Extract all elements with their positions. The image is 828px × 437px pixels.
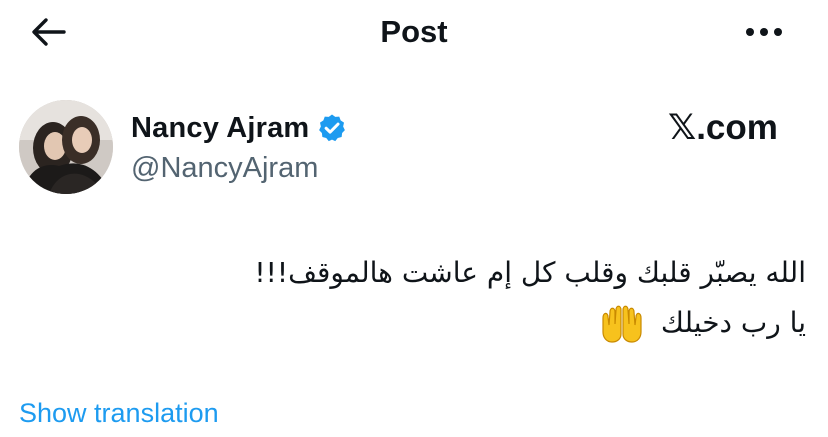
x-watermark: 𝕏.com: [668, 108, 778, 147]
show-translation-link[interactable]: Show translation: [19, 396, 219, 430]
profile-photo: [19, 100, 113, 194]
author-name-row[interactable]: Nancy Ajram: [131, 108, 347, 148]
verified-badge-icon: [319, 114, 346, 142]
tweet-line-2-text: يا رب دخيلك: [660, 306, 806, 339]
author-handle[interactable]: @NancyAjram: [131, 150, 318, 186]
author-name: Nancy Ajram: [131, 112, 310, 144]
more-horizontal-icon: [746, 28, 782, 36]
avatar[interactable]: [19, 100, 113, 194]
raised-hands-emoji-icon: [602, 305, 642, 343]
more-options-button[interactable]: [742, 18, 786, 46]
tweet-line-1: الله يصبّر قلبك وقلب كل إم عاشت هالموقف!…: [254, 256, 806, 289]
page-title: Post: [380, 14, 448, 49]
tweet-text: الله يصبّر قلبك وقلب كل إم عاشت هالموقف!…: [166, 248, 806, 348]
tweet-line-2: يا رب دخيلك: [166, 298, 806, 348]
top-bar: Post: [0, 0, 828, 64]
